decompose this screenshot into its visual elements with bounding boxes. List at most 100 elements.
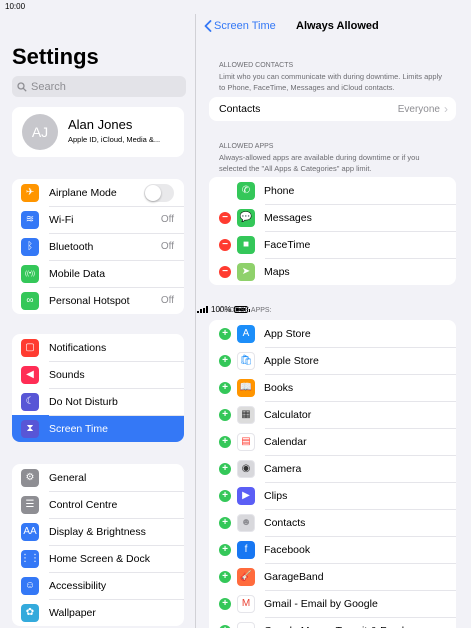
app-label: Books bbox=[264, 381, 294, 394]
app-row-garageband[interactable]: + 🎸 GarageBand bbox=[209, 563, 456, 590]
sidebar-item-airplane-mode[interactable]: ✈ Airplane Mode bbox=[12, 179, 184, 206]
allowed-contacts-header: ALLOWED CONTACTS bbox=[219, 62, 294, 69]
phone-icon: ✆ bbox=[237, 181, 255, 200]
app-label: Phone bbox=[264, 184, 295, 197]
app-row-books[interactable]: + 📖 Books bbox=[209, 374, 456, 401]
sidebar-item-value: Off bbox=[160, 241, 174, 252]
app-label: Calculator bbox=[264, 408, 312, 421]
avatar: AJ bbox=[22, 114, 58, 150]
notifications-icon: ▢ bbox=[21, 338, 39, 357]
app-row-clips[interactable]: + ▶ Clips bbox=[209, 482, 456, 509]
search-icon bbox=[17, 81, 27, 92]
google-maps-icon: ● bbox=[237, 621, 255, 628]
app-row-facetime[interactable]: − ■ FaceTime bbox=[209, 231, 456, 258]
flower-icon: ✿ bbox=[21, 603, 39, 622]
add-button[interactable]: + bbox=[219, 624, 231, 628]
maps-icon: ➤ bbox=[237, 262, 255, 281]
add-button[interactable]: + bbox=[219, 516, 231, 529]
facetime-icon: ■ bbox=[237, 235, 255, 254]
app-label: Facebook bbox=[264, 543, 311, 556]
app-row-gmail-email-by-google[interactable]: + M Gmail - Email by Google bbox=[209, 590, 456, 617]
remove-button[interactable]: − bbox=[219, 238, 231, 251]
contacts-setting-label: Contacts bbox=[219, 103, 261, 115]
sidebar-item-personal-hotspot[interactable]: ∞ Personal Hotspot Off bbox=[12, 287, 184, 314]
contacts-icon: ☻ bbox=[237, 513, 255, 532]
sidebar-item-bluetooth[interactable]: ᛒ Bluetooth Off bbox=[12, 233, 184, 260]
add-button[interactable]: + bbox=[219, 354, 231, 367]
sidebar-item-accessibility[interactable]: ☺ Accessibility bbox=[12, 572, 184, 599]
airplane-icon: ✈ bbox=[21, 183, 39, 202]
garageband-icon: 🎸 bbox=[237, 567, 255, 586]
remove-button[interactable]: − bbox=[219, 265, 231, 278]
sidebar-item-screen-time[interactable]: ⧗ Screen Time bbox=[12, 415, 184, 442]
antenna-icon: ((•)) bbox=[21, 264, 39, 283]
bluetooth-icon: ᛒ bbox=[21, 237, 39, 256]
add-button[interactable]: + bbox=[219, 381, 231, 394]
airplane-mode-toggle[interactable] bbox=[144, 183, 174, 202]
app-label: Messages bbox=[264, 211, 312, 224]
app-row-app-store[interactable]: + A App Store bbox=[209, 320, 456, 347]
app-row-maps[interactable]: − ➤ Maps bbox=[209, 258, 456, 285]
sidebar-item-wallpaper[interactable]: ✿ Wallpaper bbox=[12, 599, 184, 626]
sidebar-item-sounds[interactable]: ◀ Sounds bbox=[12, 361, 184, 388]
remove-button[interactable]: − bbox=[219, 211, 231, 224]
page-title: Always Allowed bbox=[296, 20, 379, 32]
add-button[interactable]: + bbox=[219, 327, 231, 340]
sidebar-item-wi-fi[interactable]: ≋ Wi-Fi Off bbox=[12, 206, 184, 233]
allowed-contacts-description: Limit who you can communicate with durin… bbox=[219, 72, 443, 92]
app-row-contacts[interactable]: + ☻ Contacts bbox=[209, 509, 456, 536]
apple-id-profile[interactable]: AJ Alan Jones Apple ID, iCloud, Media &.… bbox=[12, 107, 184, 157]
app-row-calendar[interactable]: + ▤ Calendar bbox=[209, 428, 456, 455]
contacts-setting-value: Everyone bbox=[397, 103, 440, 115]
back-button[interactable]: Screen Time bbox=[204, 20, 276, 32]
chevron-right-icon: › bbox=[444, 102, 448, 116]
app-label: Camera bbox=[264, 462, 302, 475]
back-label: Screen Time bbox=[214, 20, 276, 32]
sidebar-item-general[interactable]: ⚙ General bbox=[12, 464, 184, 491]
add-button[interactable]: + bbox=[219, 570, 231, 583]
app-row-phone[interactable]: ✆ Phone bbox=[209, 177, 456, 204]
allowed-apps-description: Always-allowed apps are available during… bbox=[219, 153, 420, 173]
app-row-camera[interactable]: + ◉ Camera bbox=[209, 455, 456, 482]
allowed-apps-list: ✆ Phone − 💬 Messages − ■ FaceTime − ➤ Maps bbox=[209, 177, 456, 285]
sidebar-item-do-not-disturb[interactable]: ☾ Do Not Disturb bbox=[12, 388, 184, 415]
sidebar-item-display-brightness[interactable]: AA Display & Brightness bbox=[12, 518, 184, 545]
gmail-icon: M bbox=[237, 594, 255, 613]
gear-icon: ⚙ bbox=[21, 468, 39, 487]
switches-icon: ☰ bbox=[21, 495, 39, 514]
app-row-messages[interactable]: − 💬 Messages bbox=[209, 204, 456, 231]
nav-bar: Screen Time Always Allowed bbox=[197, 14, 471, 42]
messages-icon: 💬 bbox=[237, 208, 255, 227]
connectivity-group: ✈ Airplane Mode ≋ Wi-Fi Off ᛒ Bluetooth Off ((•)… bbox=[12, 179, 184, 314]
sidebar-item-mobile-data[interactable]: ((•)) Mobile Data bbox=[12, 260, 184, 287]
sidebar-title: Settings bbox=[12, 44, 99, 69]
add-button[interactable]: + bbox=[219, 489, 231, 502]
add-button[interactable]: + bbox=[219, 408, 231, 421]
sidebar-item-notifications[interactable]: ▢ Notifications bbox=[12, 334, 184, 361]
add-button[interactable]: + bbox=[219, 597, 231, 610]
add-button[interactable]: + bbox=[219, 543, 231, 556]
app-row-apple-store[interactable]: + 🛍 Apple Store bbox=[209, 347, 456, 374]
sidebar-item-home-screen-dock[interactable]: ⋮⋮ Home Screen & Dock bbox=[12, 545, 184, 572]
calculator-icon: ▦ bbox=[237, 405, 255, 424]
app-row-facebook[interactable]: + f Facebook bbox=[209, 536, 456, 563]
sidebar-item-label: Personal Hotspot bbox=[49, 294, 130, 307]
search-input[interactable]: Search bbox=[12, 76, 186, 97]
calendar-icon: ▤ bbox=[237, 432, 255, 451]
sidebar-item-label: Sounds bbox=[49, 368, 85, 381]
grid-icon: ⋮⋮ bbox=[20, 549, 40, 568]
add-button[interactable]: + bbox=[219, 462, 231, 475]
sidebar-item-label: Wallpaper bbox=[49, 606, 96, 619]
contacts-setting-row[interactable]: Contacts Everyone › bbox=[209, 97, 456, 121]
app-label: GarageBand bbox=[264, 570, 324, 583]
app-row-google-maps-transit-food[interactable]: + ● Google Maps - Transit & Food bbox=[209, 617, 456, 628]
app-row-calculator[interactable]: + ▦ Calculator bbox=[209, 401, 456, 428]
settings-sidebar: Settings Search AJ Alan Jones Apple ID, … bbox=[0, 14, 196, 628]
sidebar-item-label: Notifications bbox=[49, 341, 107, 354]
sidebar-item-control-centre[interactable]: ☰ Control Centre bbox=[12, 491, 184, 518]
contacts-group: Contacts Everyone › bbox=[209, 97, 456, 121]
facebook-icon: f bbox=[237, 540, 255, 559]
allowed-apps-header: ALLOWED APPS bbox=[219, 143, 274, 150]
sidebar-item-label: Airplane Mode bbox=[49, 186, 117, 199]
add-button[interactable]: + bbox=[219, 435, 231, 448]
